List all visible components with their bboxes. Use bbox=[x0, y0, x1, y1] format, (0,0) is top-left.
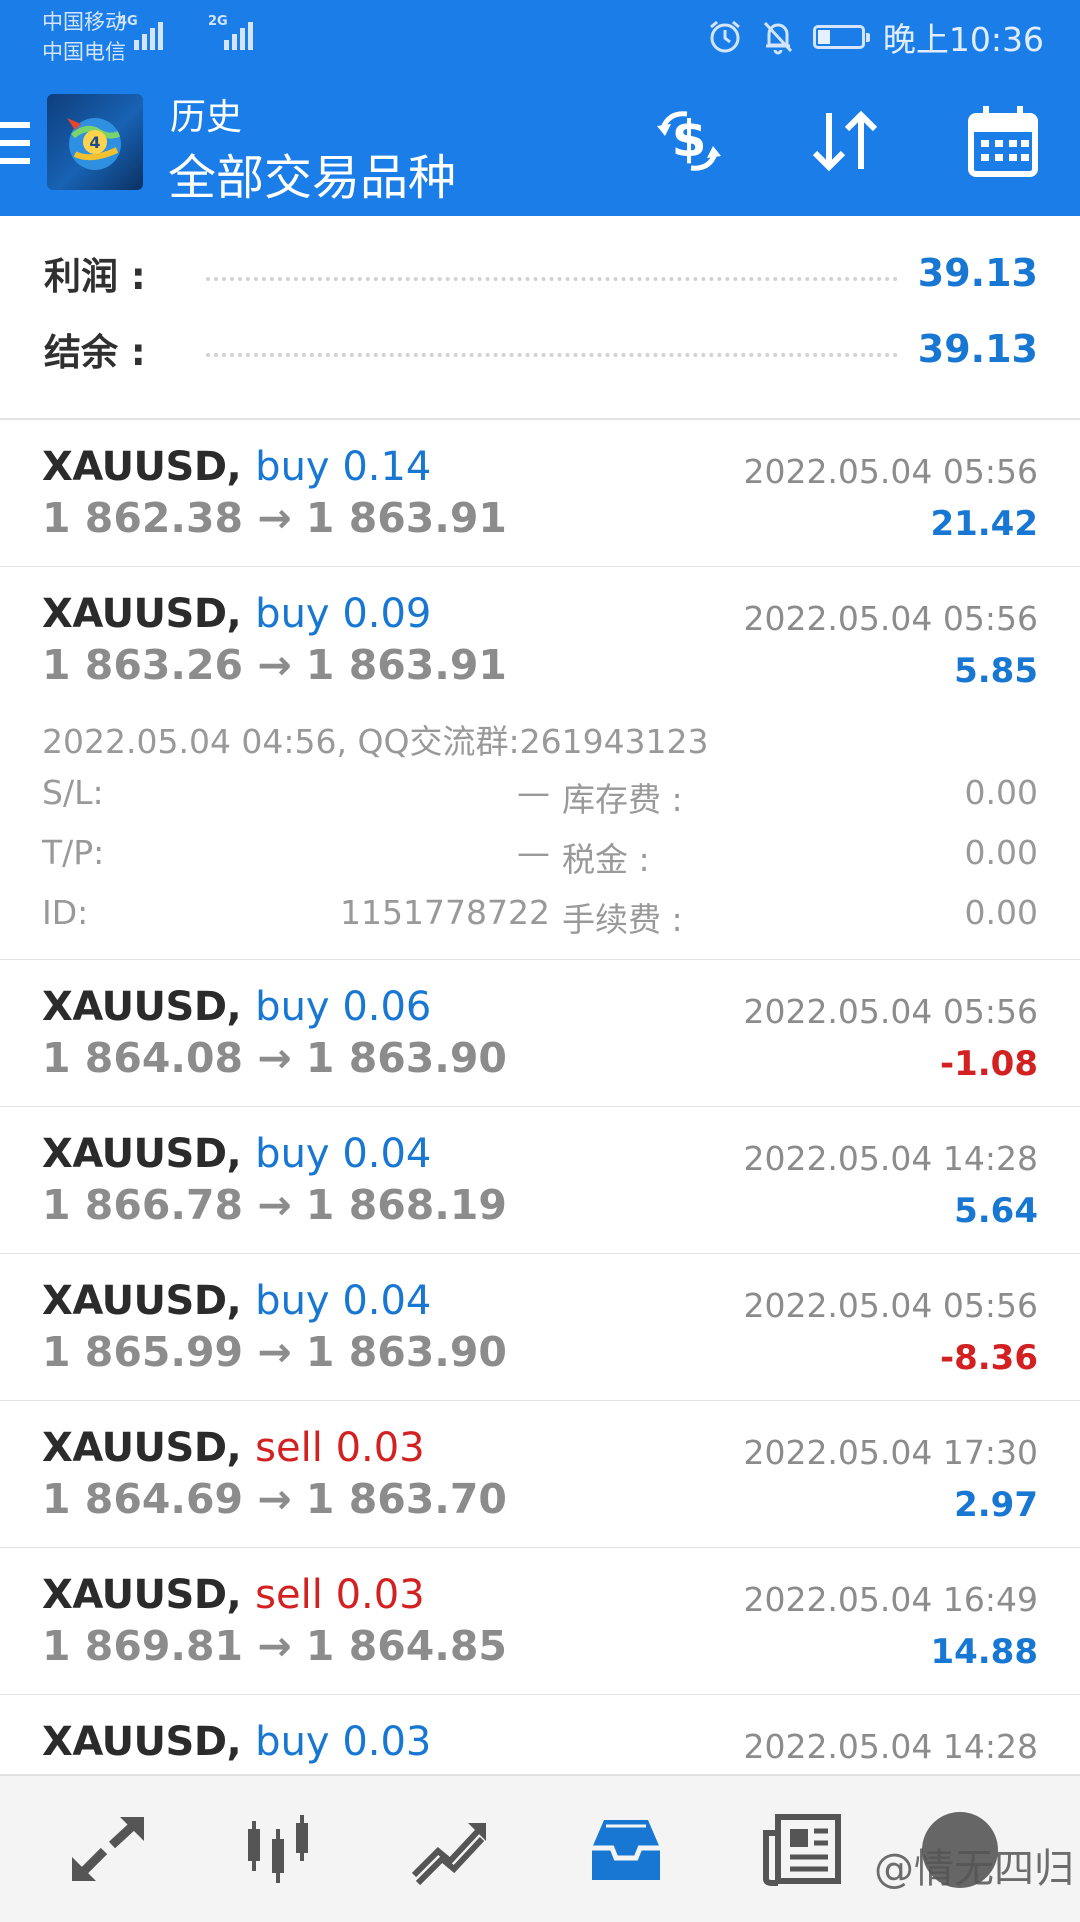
trade-time: 2022.05.04 14:28 bbox=[743, 1139, 1038, 1178]
trade-time: 2022.05.04 05:56 bbox=[743, 599, 1038, 638]
trade-symbol: XAUUSD, bbox=[42, 1131, 242, 1177]
swap-label: 库存费 : bbox=[562, 780, 683, 819]
trade-prices: 1 865.99 → 1 863.90 bbox=[42, 1328, 507, 1376]
trade-side: buy 0.14 bbox=[255, 444, 432, 490]
trade-side: sell 0.03 bbox=[255, 1572, 425, 1618]
profit-value: 39.13 bbox=[917, 251, 1038, 295]
trade-side: buy 0.09 bbox=[255, 591, 432, 637]
trade-symbol: XAUUSD, bbox=[42, 591, 242, 637]
symbol-filter[interactable]: 全部交易品种 bbox=[168, 138, 456, 208]
trade-time: 2022.05.04 16:49 bbox=[743, 1580, 1038, 1619]
trade-time: 2022.05.04 05:56 bbox=[743, 452, 1038, 491]
trade-profit: 5.64 bbox=[954, 1191, 1038, 1231]
trade-symbol: XAUUSD, bbox=[42, 1278, 242, 1324]
trade-row[interactable]: XAUUSD, sell 0.03 1 864.69 → 1 863.70 20… bbox=[0, 1401, 1080, 1549]
trade-side: buy 0.03 bbox=[255, 1719, 432, 1765]
fee-value: 0.00 bbox=[964, 893, 1038, 932]
profit-label: 利润 : bbox=[44, 255, 146, 298]
swap-value: 0.00 bbox=[964, 773, 1038, 812]
sl-label: S/L: bbox=[42, 773, 104, 812]
trade-symbol: XAUUSD, bbox=[42, 984, 242, 1030]
trade-open-info: 2022.05.04 04:56, QQ交流群:261943123 bbox=[42, 722, 709, 761]
status-bar: 中国移动 中国电信 4G 2G 晚上10:36 bbox=[0, 0, 1080, 74]
summary-panel: 利润 : 39.13 结余 : 39.13 bbox=[0, 216, 1080, 420]
trade-row[interactable]: XAUUSD, buy 0.03 2022.05.04 14:28 bbox=[0, 1695, 1080, 1785]
trade-prices: 1 862.38 → 1 863.91 bbox=[42, 494, 507, 542]
trade-symbol: XAUUSD, bbox=[42, 1719, 242, 1765]
carrier-2: 中国电信 bbox=[42, 40, 126, 64]
news-icon[interactable] bbox=[752, 1802, 852, 1898]
trade-prices: 1 864.69 → 1 863.70 bbox=[42, 1475, 507, 1523]
trade-profit: 2.97 bbox=[954, 1485, 1038, 1525]
id-label: ID: bbox=[42, 893, 89, 932]
signal-icon bbox=[134, 16, 163, 50]
bottom-nav: @情无四归 bbox=[0, 1774, 1080, 1922]
chart-icon[interactable] bbox=[228, 1802, 328, 1898]
trade-side: sell 0.03 bbox=[255, 1425, 425, 1471]
svg-text:4: 4 bbox=[89, 133, 100, 152]
trade-prices: 1 869.81 → 1 864.85 bbox=[42, 1622, 507, 1670]
page-title: 历史 bbox=[170, 97, 243, 138]
trade-time: 2022.05.04 14:28 bbox=[743, 1727, 1038, 1766]
trade-row-expanded[interactable]: XAUUSD, buy 0.09 1 863.26 → 1 863.91 202… bbox=[0, 567, 1080, 961]
trade-row[interactable]: XAUUSD, buy 0.04 1 865.99 → 1 863.90 202… bbox=[0, 1254, 1080, 1402]
currency-exchange-icon[interactable]: $ bbox=[644, 96, 734, 186]
trade-time: 2022.05.04 05:56 bbox=[743, 992, 1038, 1031]
carrier-1: 中国移动 bbox=[42, 10, 126, 34]
sort-icon[interactable] bbox=[800, 96, 890, 186]
history-icon[interactable] bbox=[576, 1802, 676, 1898]
signal-icon bbox=[224, 16, 253, 50]
tax-label: 税金 : bbox=[562, 840, 650, 879]
trade-icon[interactable] bbox=[398, 1802, 498, 1898]
mute-icon bbox=[763, 21, 792, 55]
balance-value: 39.13 bbox=[917, 327, 1038, 371]
menu-icon[interactable] bbox=[0, 122, 30, 166]
dotted-leader bbox=[205, 277, 898, 281]
trade-prices: 1 863.26 → 1 863.91 bbox=[42, 641, 507, 689]
trade-prices: 1 864.08 → 1 863.90 bbox=[42, 1034, 507, 1082]
trade-time: 2022.05.04 17:30 bbox=[743, 1433, 1038, 1472]
tp-value: — bbox=[517, 833, 550, 872]
dotted-leader bbox=[205, 353, 898, 357]
sl-value: — bbox=[517, 773, 550, 812]
trade-details: S/L: — 库存费 : 0.00 T/P: — 税金 : 0.00 ID: 1… bbox=[42, 773, 1038, 953]
trade-profit: -1.08 bbox=[940, 1044, 1038, 1084]
watermark: @情无四归 bbox=[874, 1846, 1074, 1892]
trade-symbol: XAUUSD, bbox=[42, 1425, 242, 1471]
trade-row[interactable]: XAUUSD, buy 0.06 1 864.08 → 1 863.90 202… bbox=[0, 960, 1080, 1108]
fee-label: 手续费 : bbox=[562, 900, 683, 939]
trade-profit: 14.88 bbox=[930, 1632, 1038, 1672]
profit-row: 利润 : 39.13 bbox=[44, 248, 1038, 298]
status-clock: 晚上10:36 bbox=[882, 20, 1044, 59]
trade-side: buy 0.04 bbox=[255, 1131, 432, 1177]
trade-profit: 5.85 bbox=[954, 651, 1038, 691]
tp-label: T/P: bbox=[42, 833, 105, 872]
tax-value: 0.00 bbox=[964, 833, 1038, 872]
quotes-icon[interactable] bbox=[58, 1802, 158, 1898]
trade-prices: 1 866.78 → 1 868.19 bbox=[42, 1181, 507, 1229]
balance-label: 结余 : bbox=[44, 331, 146, 374]
battery-icon bbox=[812, 25, 870, 49]
calendar-icon[interactable] bbox=[958, 96, 1048, 186]
trade-row[interactable]: XAUUSD, buy 0.04 1 866.78 → 1 868.19 202… bbox=[0, 1107, 1080, 1255]
trade-side: buy 0.04 bbox=[255, 1278, 432, 1324]
trade-profit: -8.36 bbox=[940, 1338, 1038, 1378]
id-value: 1151778722 bbox=[340, 893, 550, 932]
trade-symbol: XAUUSD, bbox=[42, 444, 242, 490]
app-bar: 4 历史 全部交易品种 $ bbox=[0, 74, 1080, 216]
trade-row[interactable]: XAUUSD, buy 0.14 1 862.38 → 1 863.91 202… bbox=[0, 420, 1080, 568]
trade-side: buy 0.06 bbox=[255, 984, 432, 1030]
trade-row[interactable]: XAUUSD, sell 0.03 1 869.81 → 1 864.85 20… bbox=[0, 1548, 1080, 1696]
app-logo: 4 bbox=[47, 94, 143, 190]
trade-time: 2022.05.04 05:56 bbox=[743, 1286, 1038, 1325]
alarm-icon bbox=[709, 20, 740, 53]
balance-row: 结余 : 39.13 bbox=[44, 324, 1038, 374]
svg-text:$: $ bbox=[672, 110, 707, 168]
trade-symbol: XAUUSD, bbox=[42, 1572, 242, 1618]
trade-profit: 21.42 bbox=[930, 504, 1038, 544]
